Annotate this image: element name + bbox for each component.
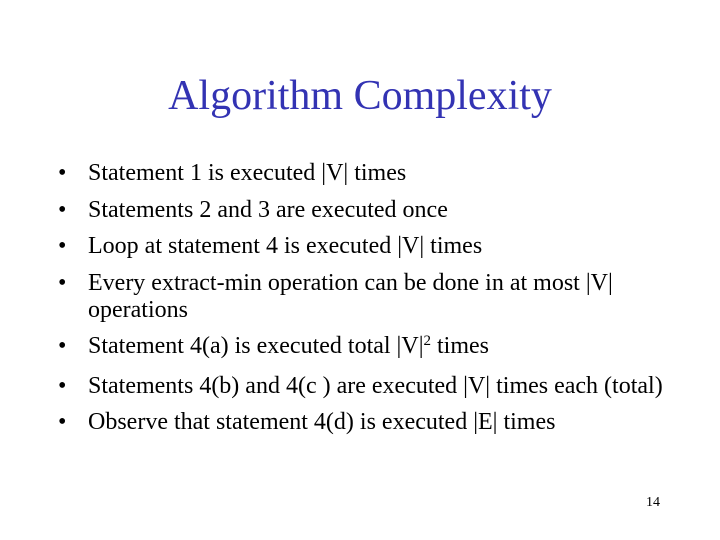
bullet-text: Statements 2 and 3 are executed once — [88, 196, 448, 223]
bullet-text-main: Statement 4(a) is executed total |V| — [88, 333, 424, 359]
bullet-text: Statements 4(b) and 4(c ) are executed |… — [88, 372, 663, 399]
bullet-icon: • — [58, 409, 67, 435]
bullet-item: • Observe that statement 4(d) is execute… — [58, 409, 678, 436]
superscript: 2 — [423, 333, 432, 349]
bullet-icon: • — [58, 233, 67, 259]
bullet-item: • Every extract-min operation can be don… — [58, 270, 678, 324]
bullet-text: Statement 4(a) is executed total |V|2 ti… — [88, 333, 489, 359]
bullet-icon: • — [58, 372, 67, 399]
bullet-text: Loop at statement 4 is executed |V| time… — [88, 233, 483, 259]
bullet-icon: • — [58, 160, 67, 186]
bullet-text: Observe that statement 4(d) is executed … — [88, 409, 556, 435]
bullet-text-tail: times — [431, 333, 489, 359]
page-number: 14 — [646, 495, 660, 510]
bullet-text: Statement 1 is executed |V| times — [88, 160, 407, 186]
bullet-icon: • — [58, 333, 67, 359]
slide-title: Algorithm Complexity — [168, 73, 552, 119]
bullet-item: • Statements 2 and 3 are executed once — [58, 197, 678, 224]
bullet-icon: • — [58, 269, 67, 296]
bullet-text: Every extract-min operation can be done … — [88, 269, 613, 323]
bullet-item: • Statement 4(a) is executed total |V|2 … — [58, 333, 678, 363]
bullet-item: • Statements 4(b) and 4(c ) are executed… — [58, 373, 678, 400]
bullet-list: • Statement 1 is executed |V| times • St… — [58, 160, 678, 446]
bullet-icon: • — [58, 196, 67, 223]
bullet-item: • Loop at statement 4 is executed |V| ti… — [58, 233, 678, 260]
bullet-item: • Statement 1 is executed |V| times — [58, 160, 678, 187]
